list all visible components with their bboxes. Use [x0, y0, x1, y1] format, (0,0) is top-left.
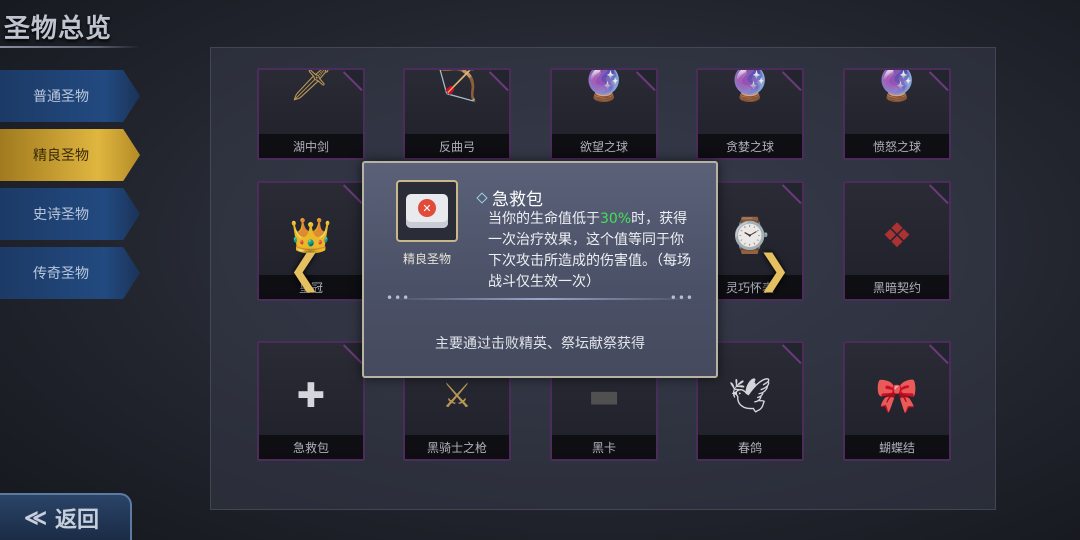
diamond-icon [476, 191, 488, 204]
title-underline [0, 46, 140, 48]
orb-icon: 🔮 [875, 68, 919, 105]
tab-label: 史诗圣物 [33, 207, 89, 223]
orb-icon: 🔮 [728, 68, 772, 105]
relic-title: 急救包 [476, 185, 543, 210]
divider-dots: ••• [669, 291, 694, 305]
back-button[interactable]: ≪ 返回 [0, 493, 132, 540]
bow-icon: 🏹 [435, 68, 479, 105]
relic-card[interactable]: 🏹 反曲弓 [403, 68, 511, 160]
tab-legendary-relics[interactable]: 传奇圣物 [0, 247, 140, 299]
relic-name: 急救包 [492, 190, 543, 210]
rarity-tag: 精良圣物 [402, 251, 451, 266]
relic-name: 急救包 [259, 435, 363, 459]
orb-icon: 🔮 [582, 68, 626, 105]
relic-name: 愤怒之球 [845, 134, 949, 158]
tab-fine-relics[interactable]: 精良圣物 [0, 129, 140, 181]
first-aid-kit-icon [406, 194, 448, 228]
back-arrow-icon: ≪ [24, 505, 48, 531]
tab-label: 普通圣物 [33, 89, 89, 105]
tab-common-relics[interactable]: 普通圣物 [0, 70, 140, 122]
tab-label: 精良圣物 [33, 148, 89, 164]
relic-description: 当你的生命值低于30%时，获得一次治疗效果，这个值等同于你下次攻击所造成的伤害值… [488, 209, 694, 293]
relic-card[interactable]: ✚ 急救包 [257, 341, 365, 461]
relic-name: 黑暗契约 [845, 275, 949, 299]
relic-detail-popup: 精良圣物 急救包 当你的生命值低于30%时，获得一次治疗效果，这个值等同于你下次… [362, 161, 718, 378]
dark-pact-icon: ❖ [881, 216, 913, 257]
desc-text: 当你的生命值低于 [488, 211, 600, 227]
relic-source: 主要通过击败精英、祭坛献祭获得 [435, 336, 645, 352]
relic-card[interactable]: ❖ 黑暗契约 [843, 181, 951, 301]
relic-name: 春鸽 [698, 435, 802, 459]
first-aid-kit-icon: ✚ [296, 376, 326, 417]
relic-card[interactable]: 🔮 愤怒之球 [843, 68, 951, 160]
lance-icon: ⚔ [441, 376, 473, 417]
next-arrow-icon[interactable]: ❯ [757, 240, 791, 300]
relic-card[interactable]: 🗡 湖中剑 [257, 68, 365, 160]
tab-label: 传奇圣物 [33, 266, 89, 282]
relic-card[interactable]: 🔮 贪婪之球 [696, 68, 804, 160]
sword-icon: 🗡 [289, 68, 333, 105]
relic-name: 蝴蝶结 [845, 435, 949, 459]
bow-tie-icon: 🎀 [875, 376, 919, 417]
relic-name: 湖中剑 [259, 134, 363, 158]
dove-icon: 🕊 [728, 376, 772, 417]
desc-highlight: 30% [600, 211, 632, 227]
relic-card[interactable]: 🔮 欲望之球 [550, 68, 658, 160]
relic-name: 黑骑士之枪 [405, 435, 509, 459]
divider [386, 298, 696, 300]
relic-icon-frame [396, 180, 458, 242]
back-label: 返回 [55, 507, 100, 533]
relic-card[interactable]: 🎀 蝴蝶结 [843, 341, 951, 461]
relic-name: 反曲弓 [405, 134, 509, 158]
relic-name: 贪婪之球 [698, 134, 802, 158]
relic-name: 欲望之球 [552, 134, 656, 158]
relic-name: 黑卡 [552, 435, 656, 459]
tab-epic-relics[interactable]: 史诗圣物 [0, 188, 140, 240]
black-card-icon: ▬ [587, 376, 621, 417]
prev-arrow-icon[interactable]: ❮ [288, 240, 322, 300]
